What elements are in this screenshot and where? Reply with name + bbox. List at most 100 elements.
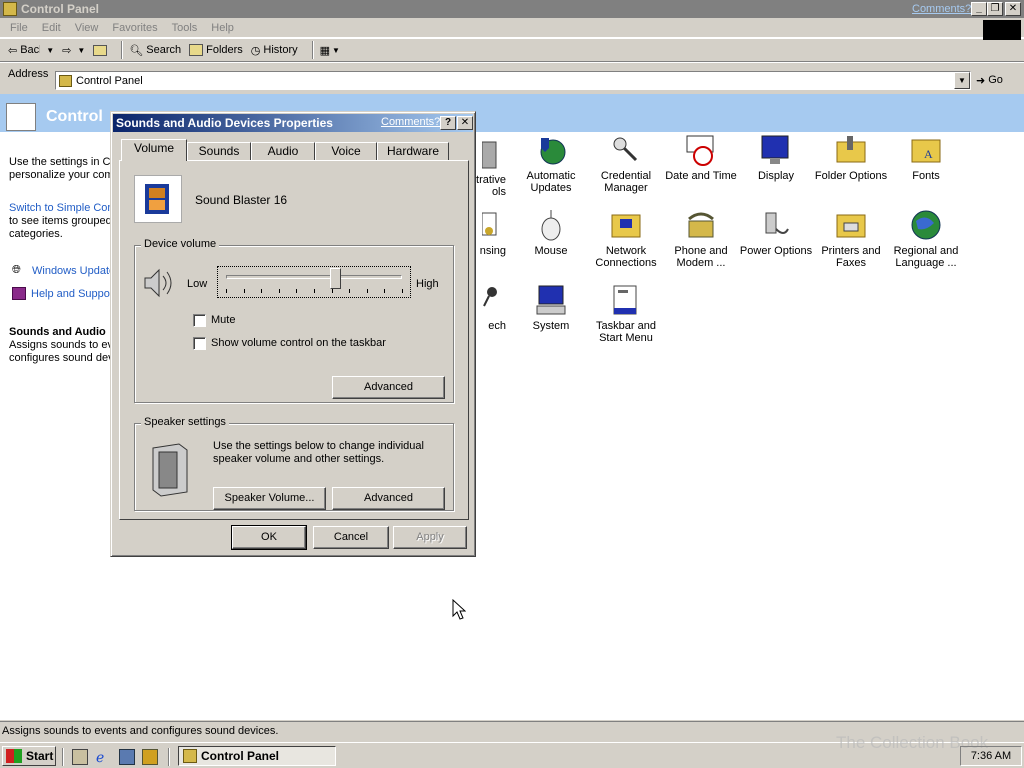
fonts-folder-icon: A [910, 134, 942, 166]
system-item[interactable]: System [513, 284, 589, 332]
device-volume-label: Device volume [141, 238, 220, 250]
volume-advanced-button[interactable]: Advanced [332, 376, 445, 399]
licensing-icon [474, 209, 506, 241]
volume-slider-tick [226, 289, 227, 293]
close-button[interactable]: ✕ [1005, 2, 1021, 16]
volume-slider-tick [366, 289, 368, 293]
control-panel-icon [3, 2, 17, 16]
dialog-titlebar[interactable]: Sounds and Audio Devices Properties Comm… [113, 114, 473, 132]
menu-help[interactable]: Help [211, 22, 234, 34]
forward-dropdown-icon[interactable]: ▼ [77, 46, 85, 55]
volume-slider-track [226, 275, 402, 279]
task-button-control-panel[interactable]: Control Panel [178, 746, 336, 766]
windows-logo-icon [983, 20, 1021, 40]
mouse-item[interactable]: Mouse [513, 209, 589, 257]
left-pane-switch: Switch to Simple Cont to see items group… [9, 202, 117, 240]
search-icon: 🔍︎ [129, 44, 144, 57]
taskbar: Start ℯ Control Panel The Collection Boo… [0, 733, 1024, 768]
views-dropdown-icon: ▼ [332, 45, 340, 55]
go-button[interactable]: ➜ Go [976, 70, 1020, 90]
speaker-settings-label: Speaker settings [141, 416, 229, 428]
mute-label[interactable]: Mute [211, 314, 235, 326]
display-item[interactable]: Display [738, 134, 814, 182]
volume-slider-tick [261, 289, 263, 293]
computer-icon [535, 284, 567, 316]
back-arrow-icon: ⇦ [8, 44, 18, 57]
switch-view-link[interactable]: Switch to Simple Cont [9, 202, 117, 215]
control-panel-banner-title: Control [46, 108, 103, 125]
speaker-volume-button[interactable]: Speaker Volume... [213, 487, 326, 510]
credential-manager-item[interactable]: Credential Manager [588, 134, 664, 194]
printers-and-faxes-item[interactable]: Printers and Faxes [813, 209, 889, 269]
show-volume-checkbox[interactable] [193, 337, 206, 350]
control-panel-small-icon [59, 74, 72, 87]
restore-button[interactable]: ❐ [987, 2, 1003, 16]
tab-voice[interactable]: Voice [315, 142, 377, 161]
address-label: Address [8, 68, 49, 80]
tab-hardware[interactable]: Hardware [377, 142, 449, 161]
regional-and-language-item[interactable]: Regional and Language ... [888, 209, 964, 269]
power-options-item[interactable]: Power Options [738, 209, 814, 257]
dialog-close-button[interactable]: ✕ [457, 116, 473, 130]
back-button[interactable]: ⇦ Back ▼ [8, 44, 54, 57]
media-player-icon[interactable] [142, 749, 158, 765]
menu-tools[interactable]: Tools [172, 22, 198, 34]
show-volume-label[interactable]: Show volume control on the taskbar [211, 337, 386, 349]
dialog-help-button[interactable]: ? [440, 116, 456, 130]
ok-button[interactable]: OK [231, 525, 307, 550]
taskbar-and-start-menu-item[interactable]: Taskbar and Start Menu [588, 284, 664, 344]
comments-link[interactable]: Comments? [912, 3, 971, 15]
window-titlebar[interactable]: Control Panel Comments? _ ❐ ✕ [0, 0, 1024, 18]
phone-and-modem-item[interactable]: Phone and Modem ... [663, 209, 739, 269]
address-input[interactable]: Control Panel ▼ [55, 71, 971, 90]
help-support-link[interactable]: Help and Suppor [12, 287, 114, 300]
forward-button[interactable]: ⇨ ▼ [62, 44, 85, 57]
menu-bar: File Edit View Favorites Tools Help [0, 18, 1024, 40]
network-folder-icon [610, 209, 642, 241]
menu-view[interactable]: View [75, 22, 99, 34]
address-dropdown-button[interactable]: ▼ [954, 72, 970, 89]
views-icon: ▦ [319, 44, 331, 57]
dialog-comments-link[interactable]: Comments? [381, 116, 440, 128]
date-and-time-item[interactable]: Date and Time [663, 134, 739, 182]
windows-explorer-icon[interactable] [119, 749, 135, 765]
volume-low-label: Low [187, 278, 208, 290]
tab-audio[interactable]: Audio [251, 142, 315, 161]
toolbar-separator [311, 41, 314, 59]
volume-slider-tick [278, 289, 280, 293]
tab-sounds[interactable]: Sounds [187, 142, 251, 161]
volume-slider-tick [402, 289, 403, 293]
menu-favorites[interactable]: Favorites [112, 22, 157, 34]
history-button[interactable]: ◷ History [251, 44, 298, 57]
apply-button[interactable]: Apply [393, 526, 467, 549]
taskbar-icon [610, 284, 642, 316]
views-button[interactable]: ▦ ▼ [320, 44, 340, 57]
search-button[interactable]: 🔍︎ Search [129, 44, 181, 57]
show-desktop-icon[interactable] [72, 749, 88, 765]
fonts-item[interactable]: A Fonts [888, 134, 964, 182]
folder-options-item[interactable]: Folder Options [813, 134, 889, 182]
minimize-button[interactable]: _ [971, 2, 987, 16]
mute-checkbox[interactable] [193, 314, 206, 327]
volume-slider[interactable] [217, 266, 411, 298]
volume-slider-thumb[interactable] [329, 268, 341, 289]
speaker-advanced-button[interactable]: Advanced [332, 487, 445, 510]
menu-edit[interactable]: Edit [42, 22, 61, 34]
internet-explorer-icon[interactable]: ℯ [96, 749, 104, 766]
volume-slider-tick [243, 289, 245, 293]
tab-volume[interactable]: Volume [121, 139, 187, 161]
clock[interactable]: 7:36 AM [971, 750, 1011, 762]
cancel-button[interactable]: Cancel [313, 526, 389, 549]
power-icon [760, 209, 792, 241]
folders-button[interactable]: Folders [189, 44, 243, 56]
start-button[interactable]: Start [2, 746, 56, 766]
up-button[interactable] [93, 44, 108, 56]
windows-update-link[interactable]: 🌐︎ Windows Update [12, 264, 115, 278]
automatic-updates-item[interactable]: Automatic Updates [513, 134, 589, 194]
volume-slider-tick [349, 289, 351, 293]
back-dropdown-icon[interactable]: ▼ [46, 46, 54, 55]
volume-slider-tick [331, 289, 333, 293]
menu-file[interactable]: File [10, 22, 28, 34]
history-icon: ◷ [250, 44, 261, 57]
network-connections-item[interactable]: Network Connections [588, 209, 664, 269]
